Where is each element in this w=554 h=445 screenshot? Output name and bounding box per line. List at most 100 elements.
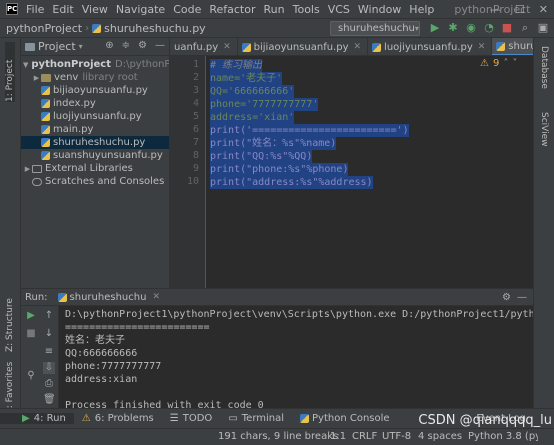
pin-icon[interactable]: ⚲	[25, 370, 37, 382]
code-line: print("phone:%s"%phone)	[210, 163, 349, 176]
scroll-to-end-icon[interactable]: ⇩	[43, 362, 55, 374]
inspection-widget[interactable]: ⚠ 9 ˄ ˅	[480, 58, 517, 71]
debug-icon[interactable]: ✱	[446, 21, 460, 35]
menu-view[interactable]: View	[78, 3, 112, 16]
layout-icon[interactable]: ▣	[536, 21, 550, 35]
gear-icon[interactable]: ⚙	[502, 292, 511, 303]
run-label: Run:	[25, 291, 48, 303]
tool-tab-favorites[interactable]: 2: Favorites	[5, 354, 15, 414]
close-icon[interactable]: ✕	[223, 42, 231, 52]
folder-icon	[41, 73, 51, 82]
status-line-separator[interactable]: CRLF	[352, 431, 377, 442]
console-line: address:xian	[65, 374, 138, 385]
tree-item-file[interactable]: suanshuyunsuanfu.py	[21, 149, 169, 162]
chevron-down-icon[interactable]: ˅	[512, 58, 517, 71]
editor-tab[interactable]: uanfu.py ✕	[170, 38, 238, 55]
scratches-icon	[32, 177, 42, 186]
trash-icon[interactable]: 🗑	[43, 394, 56, 406]
scroll-down-icon[interactable]: ↓	[43, 328, 55, 340]
menu-help[interactable]: Help	[405, 3, 438, 16]
run-icon[interactable]: ▶	[428, 21, 442, 35]
python-file-icon	[92, 23, 102, 33]
menu-vcs[interactable]: VCS	[324, 3, 354, 16]
locate-icon[interactable]: ⊕	[105, 40, 113, 51]
hide-icon[interactable]: —	[517, 292, 527, 303]
tree-item-scratches[interactable]: Scratches and Consoles	[21, 175, 169, 188]
line-number: 6	[192, 124, 199, 135]
tree-label: suanshuyunsuanfu.py	[53, 150, 163, 161]
run-config-tab[interactable]: shuruheshuchu	[70, 292, 147, 303]
editor-tabs: uanfu.py ✕ bijiaoyunsuanfu.py ✕ luojiyun…	[170, 38, 533, 56]
breadcrumb-separator-icon: ›	[85, 22, 90, 34]
warning-icon: ⚠	[480, 58, 489, 69]
line-number: 8	[192, 150, 199, 161]
tool-tab-sciview[interactable]: SciView	[539, 112, 549, 172]
editor-tab[interactable]: luojiyunsuanfu.py ✕	[368, 38, 493, 55]
tree-item-external-libraries[interactable]: ▶ External Libraries	[21, 162, 169, 175]
maximize-button[interactable]: ☐	[515, 3, 525, 16]
chevron-up-icon[interactable]: ˄	[503, 58, 508, 71]
gear-icon[interactable]: ⚙	[138, 40, 147, 51]
tree-item-root[interactable]: ▼ pythonProject D:\pythonProjec	[21, 58, 169, 71]
status-encoding[interactable]: UTF-8	[382, 431, 411, 442]
status-interpreter[interactable]: Python 3.8 (pythonProject)	[468, 431, 538, 442]
close-icon[interactable]: ✕	[354, 42, 362, 52]
chevron-down-icon[interactable]: ▾	[79, 42, 83, 51]
tool-tab-terminal[interactable]: ▭ Terminal	[220, 413, 292, 424]
stop-icon[interactable]: ■	[25, 328, 37, 340]
tree-item-file[interactable]: index.py	[21, 97, 169, 110]
search-icon[interactable]: ⌕	[518, 21, 532, 35]
menu-run[interactable]: Run	[260, 3, 289, 16]
tree-note: library root	[82, 72, 138, 83]
close-icon[interactable]: ✕	[152, 292, 160, 302]
close-icon[interactable]: ✕	[478, 42, 486, 52]
tool-tab-structure[interactable]: Z: Structure	[5, 292, 15, 352]
console-line: Process finished with exit code 0	[65, 400, 264, 408]
tool-tab-problems[interactable]: ⚠ 6: Problems	[74, 413, 162, 424]
menu-window[interactable]: Window	[354, 3, 405, 16]
code-editor[interactable]: # 练习输出 name='老夫子' QQ='666666666' phone='…	[207, 56, 533, 288]
minimize-button[interactable]: —	[490, 3, 501, 16]
menu-file[interactable]: File	[22, 3, 48, 16]
run-console[interactable]: D:\pythonProject1\pythonProject\venv\Scr…	[59, 306, 533, 408]
scroll-up-icon[interactable]: ↑	[43, 310, 55, 322]
soft-wrap-icon[interactable]: ≡	[43, 346, 55, 358]
collapse-icon[interactable]: ≑	[122, 40, 130, 51]
print-icon[interactable]: ⎙	[43, 378, 55, 390]
menu-tools[interactable]: Tools	[289, 3, 324, 16]
run-configuration-label: shuruheshuchu	[338, 23, 415, 34]
hide-icon[interactable]: —	[155, 40, 165, 51]
project-panel: Project ▾ ⊕ ≑ ⚙ — ▼ pythonProject D:\pyt…	[21, 38, 170, 288]
status-indent[interactable]: 4 spaces	[418, 431, 462, 442]
editor-tab-active[interactable]: shuruheshuchu.py ✕	[492, 38, 533, 55]
editor-tab[interactable]: bijiaoyunsuanfu.py ✕	[238, 38, 369, 55]
tool-tab-python-console[interactable]: Python Console	[292, 413, 398, 424]
tool-tab-database[interactable]: Database	[539, 46, 549, 106]
coverage-icon[interactable]: ◉	[464, 21, 478, 35]
tree-item-file[interactable]: bijiaoyunsuanfu.py	[21, 84, 169, 97]
breadcrumb-file[interactable]: shuruheshuchu.py	[104, 22, 206, 35]
python-file-icon	[372, 42, 382, 52]
run-configuration-select[interactable]: shuruheshuchu ▾	[330, 21, 420, 36]
menu-navigate[interactable]: Navigate	[112, 3, 169, 16]
menu-edit[interactable]: Edit	[48, 3, 77, 16]
tool-tab-run[interactable]: ▶ 4: Run	[0, 413, 74, 424]
menu-refactor[interactable]: Refactor	[205, 3, 259, 16]
project-panel-title[interactable]: Project	[38, 40, 76, 53]
breadcrumb-project[interactable]: pythonProject	[6, 22, 82, 35]
tree-item-file-selected[interactable]: shuruheshuchu.py	[21, 136, 169, 149]
close-button[interactable]: ✕	[539, 3, 548, 16]
stop-icon[interactable]: ■	[500, 21, 514, 35]
pycharm-logo-icon: PC	[6, 3, 18, 15]
profile-icon[interactable]: ◔	[482, 21, 496, 35]
problems-icon: ⚠	[81, 413, 91, 424]
tool-tab-project[interactable]: 1: Project	[5, 42, 15, 102]
tool-tab-todo[interactable]: ☰ TODO	[162, 413, 221, 424]
rerun-icon[interactable]: ▶	[25, 310, 37, 322]
status-caret-position[interactable]: 1:1	[330, 431, 346, 442]
menu-code[interactable]: Code	[169, 3, 205, 16]
tree-item-file[interactable]: luojiyunsuanfu.py	[21, 110, 169, 123]
tree-item-venv[interactable]: ▶ venv library root	[21, 71, 169, 84]
code-line: print('========================')	[210, 124, 409, 137]
tree-item-file[interactable]: main.py	[21, 123, 169, 136]
